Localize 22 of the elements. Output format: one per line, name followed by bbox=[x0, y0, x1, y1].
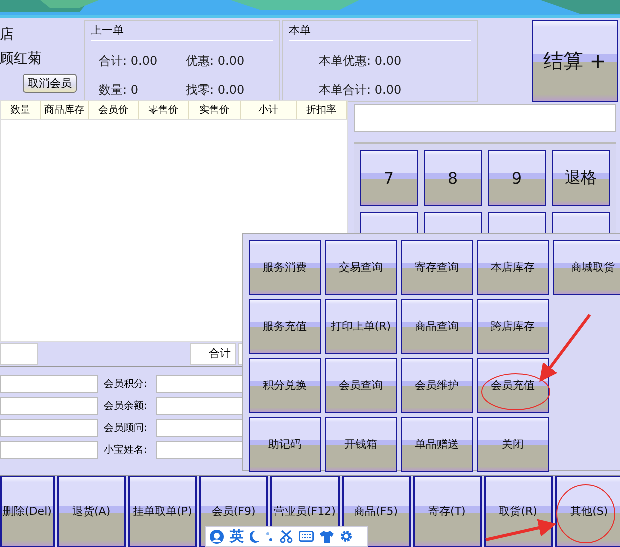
column-header: 小计 bbox=[241, 101, 297, 119]
panel-title: 本单 bbox=[289, 23, 471, 41]
column-header: 折扣率 bbox=[297, 101, 347, 119]
field-label: 小宝姓名: bbox=[103, 444, 148, 457]
column-header: 实售价 bbox=[189, 101, 241, 119]
store-name: 店 bbox=[0, 26, 14, 44]
summary-field: 优惠: 0.00 bbox=[186, 53, 273, 70]
column-header: 零售价 bbox=[139, 101, 189, 119]
field-label: 会员积分: bbox=[103, 378, 148, 391]
summary-field: 本单优惠: 0.00 bbox=[319, 53, 471, 70]
column-header: 数量 bbox=[1, 101, 41, 119]
field-label: 会员顾问: bbox=[103, 422, 148, 435]
field-label: 会员余额: bbox=[103, 400, 148, 413]
summary-field: 数量: 0 bbox=[99, 82, 186, 99]
column-header: 商品库存 bbox=[41, 101, 89, 119]
member-name: 顾红菊 bbox=[0, 50, 42, 68]
column-header: 会员价 bbox=[89, 101, 139, 119]
summary-field: 找零: 0.00 bbox=[186, 82, 273, 99]
total-label: 合计 bbox=[190, 343, 236, 365]
summary-field: 本单合计: 0.00 bbox=[319, 82, 471, 99]
panel-title: 上一单 bbox=[91, 23, 273, 41]
summary-field: 合计: 0.00 bbox=[99, 53, 186, 70]
